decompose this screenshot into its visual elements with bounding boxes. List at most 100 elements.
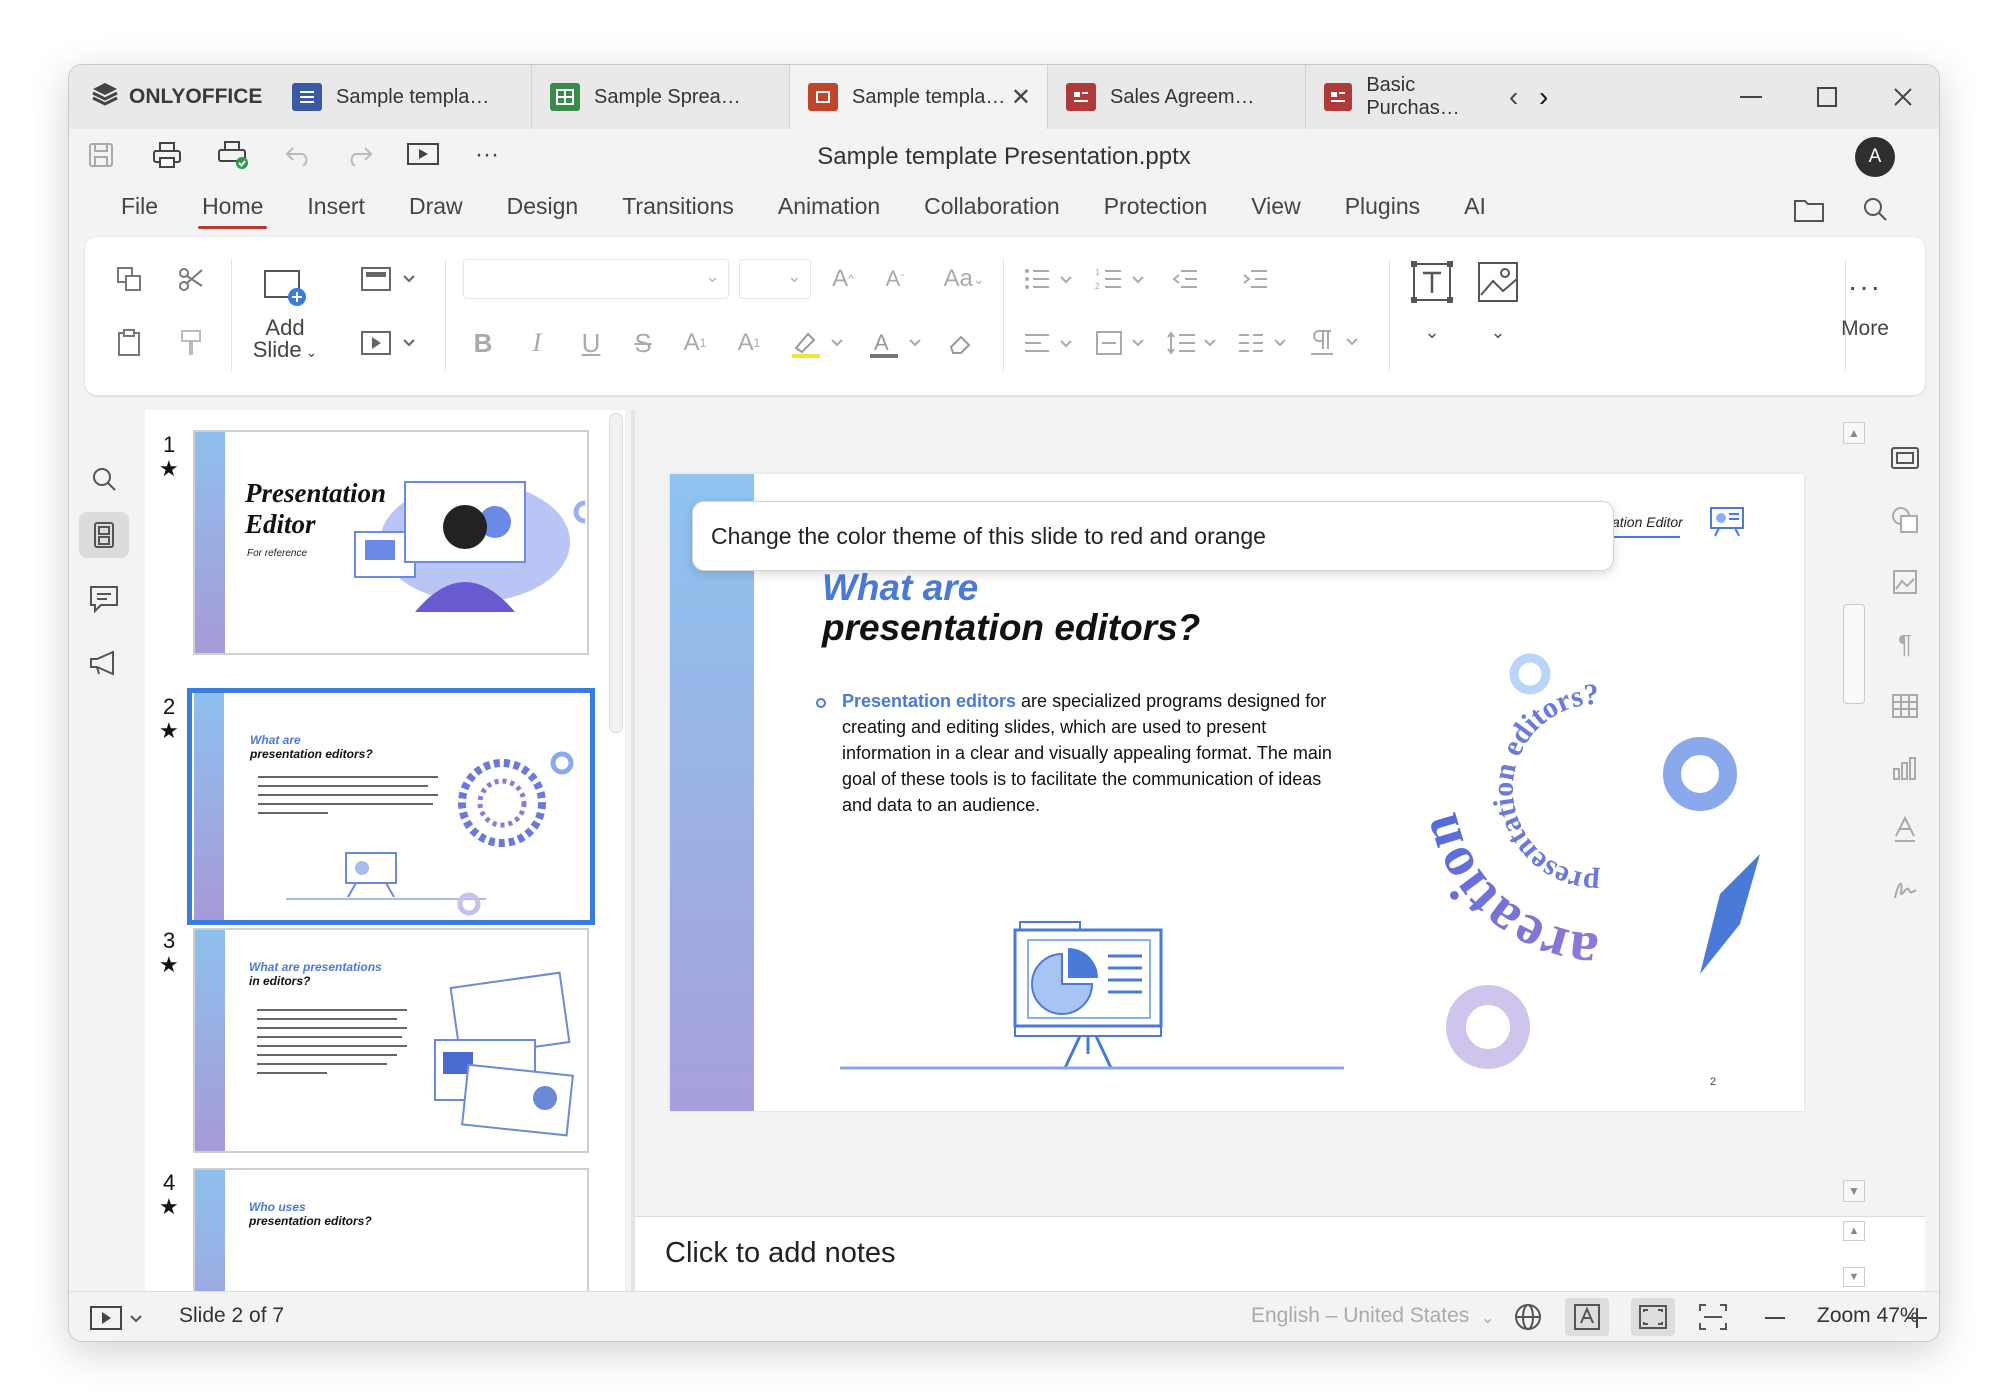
body-highlight: Presentation editors [842, 691, 1017, 711]
decrease-font-icon[interactable]: Aˇ [875, 259, 915, 299]
vertical-align-icon[interactable] [1093, 323, 1153, 363]
notes-scroll-down-icon[interactable]: ▼ [1843, 1267, 1865, 1287]
subscript-icon[interactable]: A1 [729, 323, 769, 363]
minimize-icon[interactable] [1731, 77, 1771, 117]
chevron-down-icon[interactable]: ⌄ [1481, 1308, 1494, 1328]
shape-settings-icon[interactable] [1887, 502, 1923, 538]
tab-form-2[interactable]: Basic Purchas… [1306, 65, 1506, 129]
format-painter-icon[interactable] [171, 323, 211, 363]
chevron-down-icon[interactable]: ⌄ [1473, 317, 1523, 347]
close-tab-icon[interactable]: ✕ [1011, 83, 1031, 112]
columns-icon[interactable] [1235, 323, 1295, 363]
slide-transition-button[interactable] [355, 323, 425, 363]
menu-draw[interactable]: Draw [387, 183, 485, 229]
insert-image-icon[interactable] [1473, 257, 1523, 307]
globe-icon[interactable] [1513, 1302, 1545, 1334]
fit-to-slide-icon[interactable] [1631, 1298, 1675, 1336]
zoom-level[interactable]: Zoom 47% [1817, 1304, 1919, 1328]
slide-thumbnail-1[interactable]: Presentation Editor For reference [193, 430, 589, 655]
menu-home[interactable]: Home [180, 183, 285, 229]
font-family-select[interactable]: ⌄ [463, 259, 729, 299]
more-button[interactable]: ··· More [1825, 271, 1905, 341]
horizontal-align-icon[interactable] [1021, 323, 1081, 363]
menu-animation[interactable]: Animation [756, 183, 902, 229]
text-box-icon[interactable] [1407, 257, 1457, 307]
increase-font-icon[interactable]: A ^ [823, 259, 863, 299]
image-settings-icon[interactable] [1887, 564, 1923, 600]
underline-icon[interactable]: U [571, 323, 611, 363]
tab-document-1[interactable]: Sample templa… [274, 65, 532, 129]
menu-insert[interactable]: Insert [285, 183, 387, 229]
scroll-up-icon[interactable]: ▲ [1843, 422, 1865, 444]
add-slide-button[interactable]: Add Slide ⌄ [245, 267, 325, 363]
menu-plugins[interactable]: Plugins [1323, 183, 1442, 229]
notes-pane[interactable]: Click to add notes ▲ ▼ [635, 1216, 1925, 1293]
slide-thumbnails: 1 ★ Presentation Editor For reference 2 … [145, 410, 625, 1293]
menu-ai[interactable]: AI [1442, 183, 1508, 229]
scroll-thumb[interactable] [1843, 604, 1865, 704]
slide-settings-icon[interactable] [1887, 440, 1923, 476]
change-case-icon[interactable]: Aa ⌄ [929, 259, 999, 299]
menu-transitions[interactable]: Transitions [600, 183, 756, 229]
paragraph-settings-icon[interactable]: ¶ [1887, 626, 1923, 662]
tab-form-1[interactable]: Sales Agreem… [1048, 65, 1306, 129]
clear-formatting-icon[interactable] [941, 323, 981, 363]
slides-panel-icon[interactable] [79, 512, 129, 558]
more-dots-icon: ··· [1848, 271, 1882, 302]
thumbnails-scrollbar[interactable] [609, 413, 623, 733]
feedback-icon[interactable] [79, 640, 129, 686]
language-select[interactable]: English – United States [1251, 1304, 1469, 1328]
comments-icon[interactable] [79, 576, 129, 622]
paste-icon[interactable] [109, 323, 149, 363]
notes-scroll-up-icon[interactable]: ▲ [1843, 1221, 1865, 1241]
strikethrough-icon[interactable]: S [623, 323, 663, 363]
bold-icon[interactable]: B [463, 323, 503, 363]
menu-collaboration[interactable]: Collaboration [902, 183, 1082, 229]
tab-scroll-left-icon[interactable]: ‹ [1509, 81, 1518, 113]
bullets-icon[interactable] [1021, 259, 1081, 299]
scroll-down-icon[interactable]: ▼ [1843, 1180, 1865, 1202]
italic-icon[interactable]: I [517, 323, 557, 363]
superscript-icon[interactable]: A1 [675, 323, 715, 363]
chart-settings-icon[interactable] [1887, 750, 1923, 786]
open-file-location-icon[interactable] [1791, 191, 1827, 227]
line-spacing-icon[interactable] [1165, 323, 1225, 363]
canvas-scrollbar[interactable]: ▲ ▼ [1837, 410, 1867, 1216]
tab-scroll-right-icon[interactable]: › [1539, 81, 1548, 113]
find-icon[interactable] [79, 456, 129, 502]
font-size-select[interactable]: ⌄ [739, 259, 811, 299]
spell-check-icon[interactable] [1565, 1298, 1609, 1336]
text-art-settings-icon[interactable] [1887, 812, 1923, 848]
text-direction-icon[interactable] [1307, 323, 1367, 363]
cut-icon[interactable] [171, 259, 211, 299]
close-window-icon[interactable] [1883, 77, 1923, 117]
menu-protection[interactable]: Protection [1082, 183, 1230, 229]
brand[interactable]: ONLYOFFICE [91, 65, 262, 129]
slideshow-button[interactable] [89, 1304, 149, 1332]
menu-view[interactable]: View [1229, 183, 1322, 229]
numbering-icon[interactable]: 12 [1093, 259, 1153, 299]
menu-file[interactable]: File [99, 183, 180, 229]
chevron-down-icon[interactable]: ⌄ [1407, 317, 1457, 347]
tab-presentation[interactable]: Sample templa… ✕ [790, 65, 1048, 129]
menu-design[interactable]: Design [485, 183, 601, 229]
slide-thumbnail-2[interactable]: What are presentation editors? [187, 688, 595, 925]
fit-to-width-icon[interactable] [1693, 1300, 1733, 1334]
slide-thumbnail-4[interactable]: Who uses presentation editors? [193, 1168, 589, 1293]
avatar[interactable]: A [1855, 137, 1895, 177]
search-icon[interactable] [1857, 191, 1893, 227]
highlight-color-button[interactable] [785, 323, 855, 363]
slide-thumbnail-3[interactable]: What are presentations in editors? [193, 928, 589, 1153]
font-color-button[interactable]: A [863, 323, 933, 363]
signature-settings-icon[interactable] [1887, 872, 1923, 908]
decrease-indent-icon[interactable] [1165, 259, 1205, 299]
ai-prompt-input[interactable]: Change the color theme of this slide to … [692, 501, 1614, 571]
table-settings-icon[interactable] [1887, 688, 1923, 724]
copy-icon[interactable] [109, 259, 149, 299]
zoom-in-icon[interactable] [1905, 1306, 1931, 1330]
maximize-icon[interactable] [1807, 77, 1847, 117]
slide-layout-button[interactable] [355, 259, 425, 299]
zoom-out-icon[interactable] [1763, 1306, 1793, 1330]
increase-indent-icon[interactable] [1235, 259, 1275, 299]
tab-spreadsheet[interactable]: Sample Sprea… [532, 65, 790, 129]
